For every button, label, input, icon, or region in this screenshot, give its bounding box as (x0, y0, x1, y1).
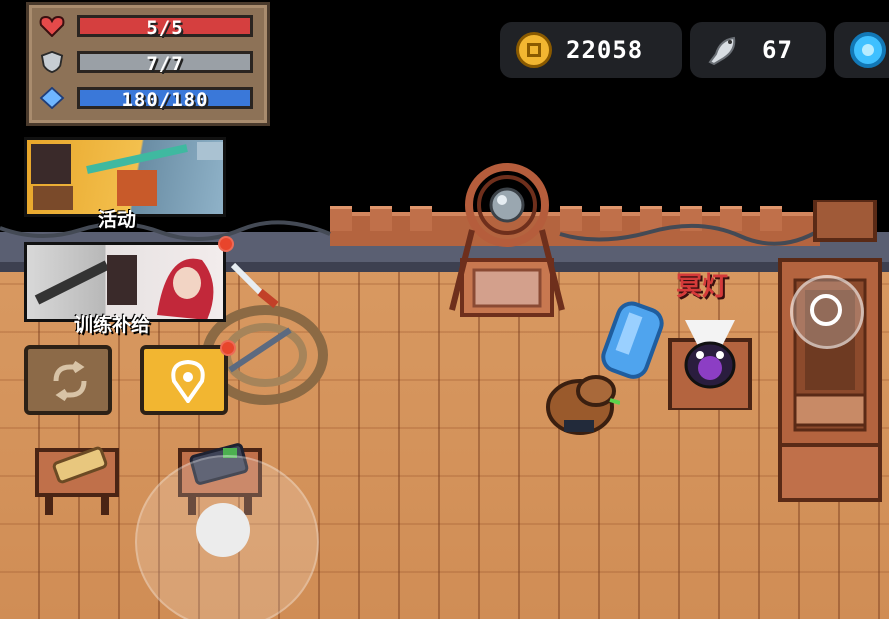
shield-icon (40, 51, 64, 73)
orb-altar[interactable] (442, 160, 572, 320)
npc-lantern-mimic[interactable] (665, 310, 760, 410)
game-scene: 冥灯 5/5 7/7 180/180 22058 67 活动 训练补给 (0, 0, 889, 619)
gold-counter[interactable]: 22058 (500, 22, 682, 78)
heart-icon (39, 15, 65, 37)
smile-icon (810, 294, 842, 326)
table-with-bread[interactable] (35, 440, 120, 520)
interact-button[interactable] (790, 275, 864, 349)
switch-button[interactable] (24, 345, 112, 415)
energy-bar: 180/180 (77, 87, 253, 111)
fish-value: 67 (762, 36, 793, 64)
joystick-knob[interactable] (196, 503, 250, 557)
refresh-icon (53, 361, 87, 401)
dagger-icon (230, 262, 279, 309)
hp-bar: 5/5 (77, 15, 253, 39)
player-stats-panel: 5/5 7/7 180/180 (26, 2, 270, 126)
forge-machine[interactable] (775, 200, 889, 510)
diamond-icon (39, 87, 65, 109)
armor-value: 7/7 (146, 53, 184, 75)
event-label: 活动 (98, 209, 137, 231)
gem-icon (850, 32, 886, 68)
gold-value: 22058 (566, 36, 644, 64)
npc-name-label: 冥灯 (676, 272, 729, 302)
gem-counter[interactable] (834, 22, 889, 78)
location-button[interactable] (140, 345, 228, 415)
hp-value: 5/5 (146, 17, 184, 39)
armor-row: 7/7 (39, 49, 259, 75)
notification-dot (220, 340, 236, 356)
fish-icon (708, 36, 736, 66)
fish-counter[interactable]: 67 (690, 22, 826, 78)
energy-row: 180/180 (39, 85, 259, 111)
ice-weapon[interactable] (595, 300, 670, 395)
armor-bar: 7/7 (77, 51, 253, 75)
map-pin-icon (171, 359, 205, 403)
hp-row: 5/5 (39, 13, 259, 39)
training-label: 训练补给 (74, 314, 151, 336)
notification-dot (218, 236, 234, 252)
gold-coin-icon (516, 32, 552, 68)
energy-value: 180/180 (121, 89, 209, 111)
